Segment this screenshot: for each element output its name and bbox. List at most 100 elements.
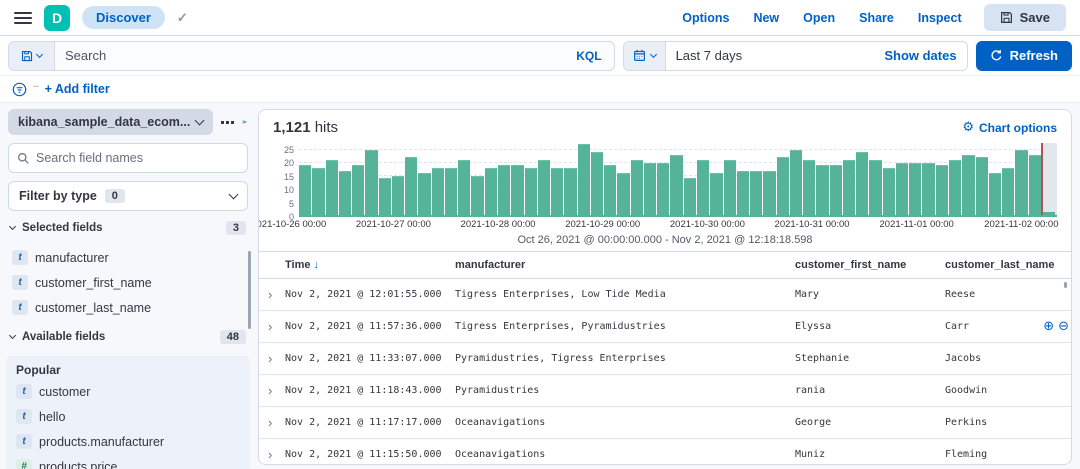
column-header-customer_last_name[interactable]: customer_last_name bbox=[945, 252, 1071, 278]
filter-menu-icon[interactable] bbox=[12, 82, 27, 97]
histogram-bar[interactable] bbox=[511, 165, 524, 215]
table-row[interactable]: › Nov 2, 2021 @ 11:18:43.000 Pyramidustrie… bbox=[259, 375, 1071, 407]
index-pattern-options-icon[interactable] bbox=[221, 120, 235, 124]
nav-link-options[interactable]: Options bbox=[682, 11, 729, 25]
histogram-bar[interactable] bbox=[431, 167, 444, 215]
histogram-bar[interactable] bbox=[776, 157, 789, 215]
histogram-bar[interactable] bbox=[882, 167, 895, 215]
histogram-bar[interactable] bbox=[524, 167, 537, 215]
histogram-bar[interactable] bbox=[842, 160, 856, 215]
histogram-bar[interactable] bbox=[789, 149, 803, 215]
histogram-bar[interactable] bbox=[670, 154, 683, 215]
histogram-bar[interactable] bbox=[683, 178, 696, 215]
column-header-manufacturer[interactable]: manufacturer bbox=[455, 252, 795, 278]
histogram-bar[interactable] bbox=[604, 165, 617, 215]
histogram-bar[interactable] bbox=[696, 160, 710, 215]
field-search-input[interactable] bbox=[36, 151, 239, 165]
field-item-products.manufacturer[interactable]: t products.manufacturer bbox=[12, 429, 244, 454]
nav-link-open[interactable]: Open bbox=[803, 11, 835, 25]
histogram-bar[interactable] bbox=[590, 152, 604, 215]
histogram-bar[interactable] bbox=[471, 175, 484, 215]
histogram-bar[interactable] bbox=[391, 175, 405, 215]
table-scrollbar[interactable] bbox=[1064, 282, 1067, 288]
histogram-bar[interactable] bbox=[1002, 167, 1015, 215]
histogram-bar[interactable] bbox=[577, 144, 590, 215]
histogram-bar[interactable] bbox=[657, 162, 670, 215]
expand-row-icon[interactable]: › bbox=[259, 416, 285, 429]
histogram-bar[interactable] bbox=[497, 165, 511, 215]
histogram-bar[interactable] bbox=[856, 152, 869, 215]
search-input[interactable] bbox=[55, 48, 565, 63]
breadcrumb[interactable]: Discover bbox=[82, 6, 165, 29]
histogram-bar[interactable] bbox=[617, 173, 630, 215]
histogram-bar[interactable] bbox=[935, 165, 949, 215]
save-button[interactable]: Save bbox=[983, 4, 1066, 31]
histogram-bar[interactable] bbox=[484, 167, 497, 215]
query-language-button[interactable]: KQL bbox=[564, 49, 613, 63]
histogram-bar[interactable] bbox=[723, 160, 736, 215]
histogram-bar[interactable] bbox=[909, 162, 922, 215]
nav-link-new[interactable]: New bbox=[753, 11, 779, 25]
histogram-bar[interactable] bbox=[962, 154, 975, 215]
histogram-bar[interactable] bbox=[537, 160, 551, 215]
menu-icon[interactable] bbox=[14, 11, 32, 24]
field-item-customer_first_name[interactable]: t customer_first_name bbox=[8, 270, 248, 295]
field-item-customer[interactable]: t customer bbox=[12, 379, 244, 404]
expand-row-icon[interactable]: › bbox=[259, 384, 285, 397]
chart-options-button[interactable]: ⚙ Chart options bbox=[962, 120, 1057, 135]
column-header-customer_first_name[interactable]: customer_first_name bbox=[795, 252, 945, 278]
histogram-bar[interactable] bbox=[338, 170, 352, 215]
table-row[interactable]: › Nov 2, 2021 @ 11:17:17.000 Oceanavigatio… bbox=[259, 407, 1071, 439]
column-header-time[interactable]: Time ↓ bbox=[285, 252, 455, 278]
field-item-products.price[interactable]: # products.price bbox=[12, 454, 244, 469]
table-row[interactable]: › Nov 2, 2021 @ 12:01:55.000 Tigress Enter… bbox=[259, 279, 1071, 311]
histogram-bar[interactable] bbox=[803, 160, 816, 215]
date-quick-menu-button[interactable] bbox=[623, 41, 666, 70]
histogram-bar[interactable] bbox=[564, 167, 577, 215]
histogram-bar[interactable] bbox=[829, 165, 842, 215]
histogram-bar[interactable] bbox=[312, 167, 325, 215]
sidebar-scrollbar[interactable] bbox=[248, 251, 251, 329]
histogram-bar[interactable] bbox=[816, 165, 829, 215]
table-row[interactable]: › Nov 2, 2021 @ 11:57:36.000 Tigress Enter… bbox=[259, 311, 1071, 343]
expand-row-icon[interactable]: › bbox=[259, 448, 285, 461]
filter-for-value-icon[interactable]: ⊕ bbox=[1041, 320, 1056, 333]
histogram-bar[interactable] bbox=[299, 165, 312, 215]
filter-by-type-select[interactable]: Filter by type 0 bbox=[8, 181, 248, 211]
histogram-bar[interactable] bbox=[763, 170, 776, 215]
collapse-sidebar-icon[interactable] bbox=[242, 115, 248, 129]
show-dates-button[interactable]: Show dates bbox=[874, 48, 966, 63]
table-row[interactable]: › Nov 2, 2021 @ 11:33:07.000 Pyramidustrie… bbox=[259, 343, 1071, 375]
histogram-bar[interactable] bbox=[418, 173, 431, 215]
nav-link-inspect[interactable]: Inspect bbox=[918, 11, 962, 25]
histogram-bar[interactable] bbox=[922, 162, 935, 215]
histogram-bar[interactable] bbox=[1015, 149, 1028, 215]
histogram-bar[interactable] bbox=[444, 167, 458, 215]
time-range-value[interactable]: Last 7 days bbox=[666, 48, 875, 63]
available-fields-header[interactable]: Available fields 48 bbox=[8, 328, 248, 346]
histogram-bar[interactable] bbox=[551, 167, 564, 215]
saved-query-menu-button[interactable] bbox=[9, 41, 55, 70]
histogram-bar[interactable] bbox=[988, 173, 1002, 215]
refresh-button[interactable]: Refresh bbox=[975, 40, 1072, 71]
filter-out-value-icon[interactable]: ⊖ bbox=[1056, 320, 1071, 333]
expand-row-icon[interactable]: › bbox=[259, 352, 285, 365]
histogram-bar[interactable] bbox=[325, 160, 338, 215]
bars-container[interactable] bbox=[299, 143, 1041, 215]
selected-fields-header[interactable]: Selected fields 3 bbox=[8, 219, 248, 237]
histogram-bar[interactable] bbox=[710, 173, 723, 215]
histogram-bar[interactable] bbox=[352, 165, 365, 215]
field-item-customer_last_name[interactable]: t customer_last_name bbox=[8, 295, 248, 320]
expand-row-icon[interactable]: › bbox=[259, 288, 285, 301]
histogram-bar[interactable] bbox=[750, 170, 763, 215]
histogram-bar[interactable] bbox=[630, 160, 643, 215]
expand-row-icon[interactable]: › bbox=[259, 320, 285, 333]
table-row[interactable]: › Nov 2, 2021 @ 11:15:50.000 Oceanavigatio… bbox=[259, 439, 1071, 464]
histogram-bar[interactable] bbox=[378, 178, 391, 215]
sort-descending-icon[interactable]: ↓ bbox=[313, 259, 319, 271]
histogram-bar[interactable] bbox=[736, 170, 750, 215]
nav-link-share[interactable]: Share bbox=[859, 11, 894, 25]
histogram-bar[interactable] bbox=[949, 160, 962, 215]
histogram-bar[interactable] bbox=[458, 160, 471, 215]
histogram-bar[interactable] bbox=[895, 162, 909, 215]
